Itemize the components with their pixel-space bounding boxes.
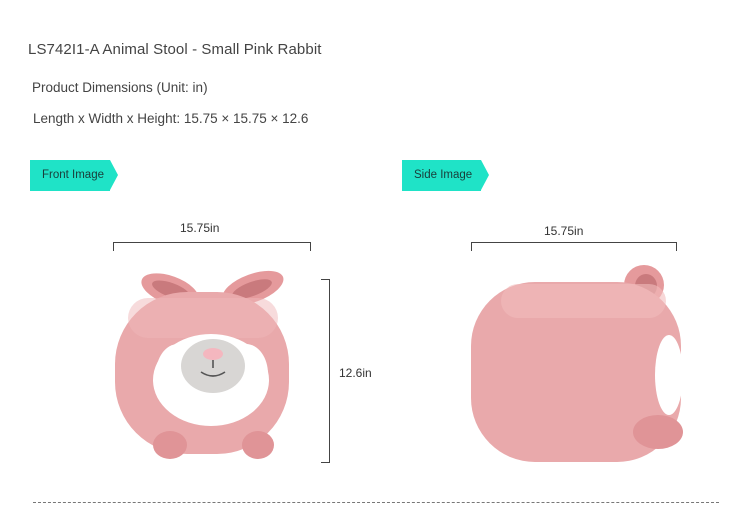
side-white-fur (655, 335, 683, 415)
dimensions-line: Length x Width x Height: 15.75 × 15.75 ×… (33, 111, 309, 126)
left-foot (153, 431, 187, 459)
front-height-label: 12.6in (339, 366, 372, 380)
front-height-dimension-line (321, 279, 330, 463)
front-width-dimension-line (113, 242, 311, 251)
front-image-photo (115, 270, 289, 459)
side-image-photo (471, 265, 683, 462)
right-foot (242, 431, 274, 459)
front-image-tag-label: Front Image (42, 169, 104, 181)
side-image-tag-label: Side Image (414, 169, 473, 181)
dimensions-heading: Product Dimensions (Unit: in) (32, 80, 208, 95)
side-width-label: 15.75in (544, 224, 584, 238)
side-foot (633, 415, 683, 449)
front-width-label: 15.75in (180, 221, 220, 235)
side-width-dimension-line (471, 242, 677, 251)
section-divider (33, 502, 719, 503)
product-title: LS742I1-A Animal Stool - Small Pink Rabb… (28, 41, 322, 58)
side-image-tag: Side Image (402, 160, 489, 191)
rabbit-nose (203, 348, 223, 360)
front-image-tag: Front Image (30, 160, 118, 191)
